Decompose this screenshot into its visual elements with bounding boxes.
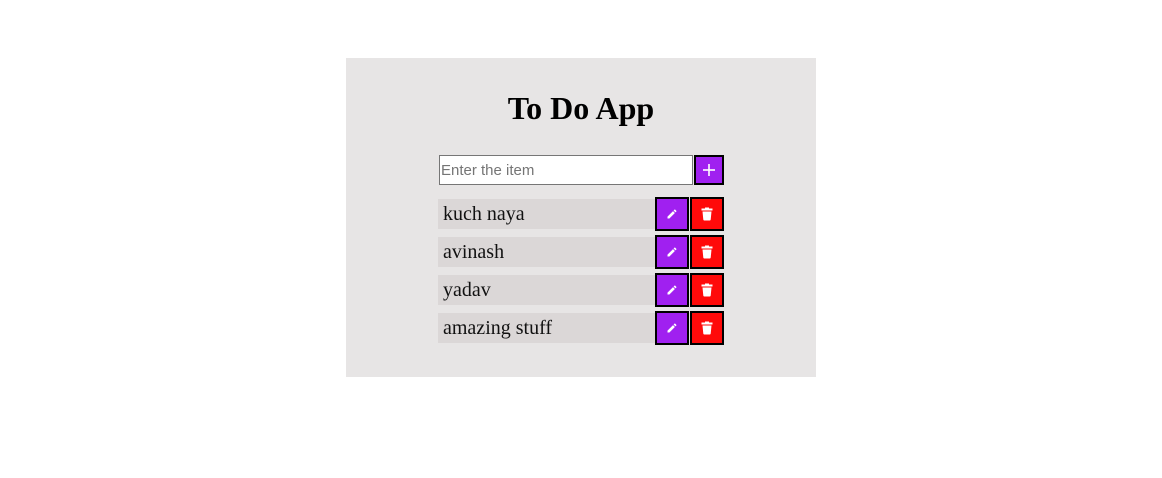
todo-item: amazing stuff bbox=[438, 311, 728, 345]
todo-item-text: avinash bbox=[438, 237, 655, 267]
delete-item-button[interactable] bbox=[690, 273, 724, 307]
todo-list: kuch naya avinash yadav amazing stuff bbox=[438, 197, 728, 349]
edit-item-button[interactable] bbox=[655, 197, 689, 231]
add-item-button[interactable] bbox=[694, 155, 724, 185]
todo-item: yadav bbox=[438, 273, 728, 307]
todo-item-text: amazing stuff bbox=[438, 313, 655, 343]
todo-item: kuch naya bbox=[438, 197, 728, 231]
item-input[interactable] bbox=[439, 155, 693, 185]
edit-item-button[interactable] bbox=[655, 273, 689, 307]
todo-item-text: yadav bbox=[438, 275, 655, 305]
edit-item-button[interactable] bbox=[655, 235, 689, 269]
delete-item-button[interactable] bbox=[690, 311, 724, 345]
todo-item: avinash bbox=[438, 235, 728, 269]
todo-item-text: kuch naya bbox=[438, 199, 655, 229]
edit-item-button[interactable] bbox=[655, 311, 689, 345]
page-title: To Do App bbox=[507, 90, 655, 126]
delete-item-button[interactable] bbox=[690, 197, 724, 231]
delete-item-button[interactable] bbox=[690, 235, 724, 269]
